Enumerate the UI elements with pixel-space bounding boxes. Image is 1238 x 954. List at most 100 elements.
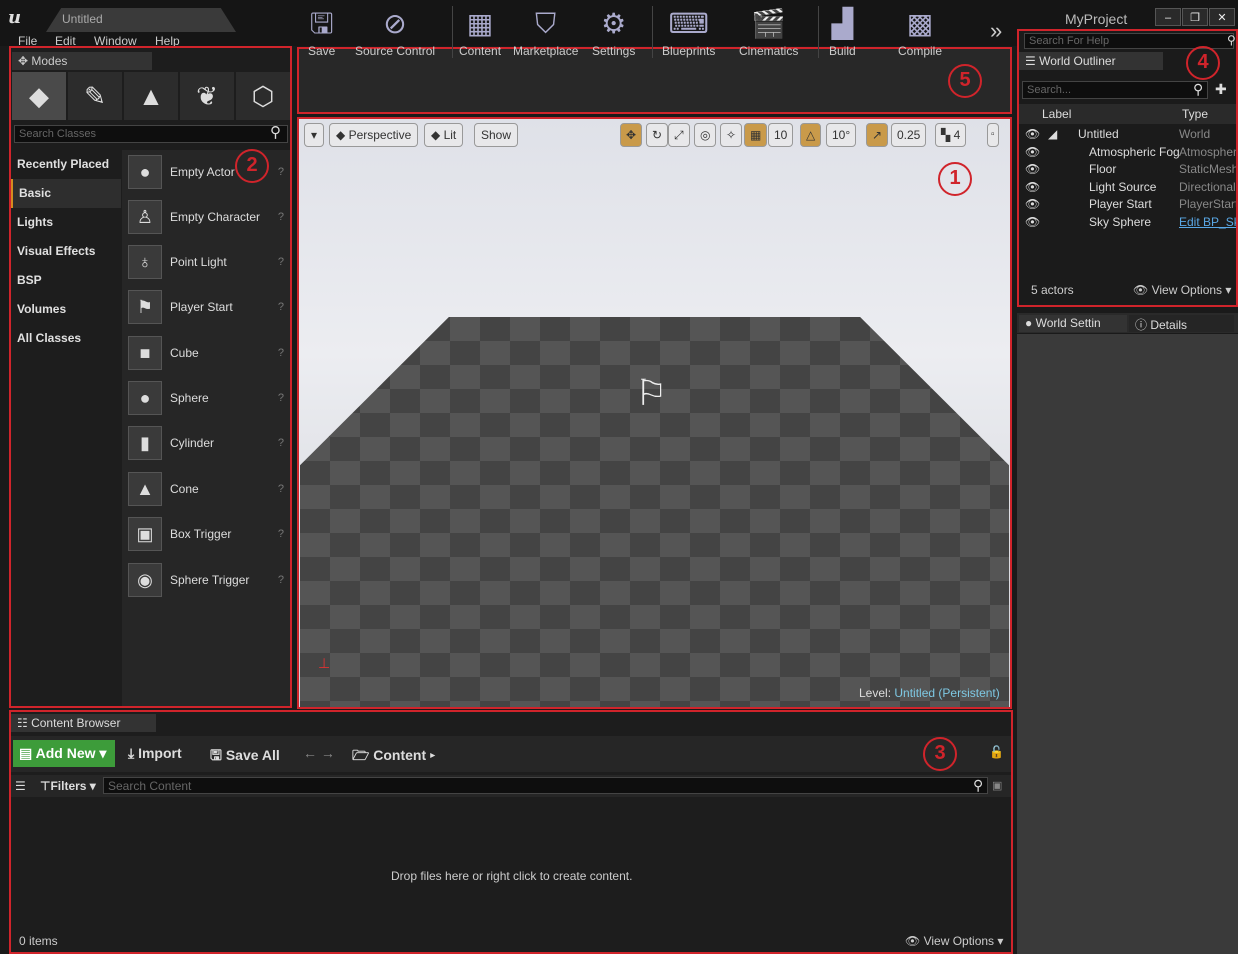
marketplace-button[interactable]: ⛉ Marketplace bbox=[513, 4, 578, 58]
help-icon[interactable]: ? bbox=[278, 301, 284, 313]
edit-blueprint-link[interactable]: Edit BP_Sk bbox=[1179, 215, 1236, 229]
tab-details[interactable]: ⓘ Details bbox=[1129, 315, 1234, 332]
table-row[interactable]: 👁 Floor StaticMesh bbox=[1019, 162, 1236, 179]
document-tab[interactable]: Untitled bbox=[46, 8, 236, 32]
table-row[interactable]: 👁 Sky Sphere Edit BP_Sk bbox=[1019, 215, 1236, 232]
list-item[interactable]: ♙ Empty Character? bbox=[128, 197, 288, 237]
build-button[interactable]: ▟ Build bbox=[829, 4, 856, 58]
search-classes-input[interactable]: Search Classes bbox=[14, 125, 288, 143]
landscape-mode-icon[interactable]: ▲ bbox=[124, 72, 178, 120]
world-outliner-tab[interactable]: ☰ World Outliner bbox=[1019, 52, 1163, 70]
save-button[interactable]: 🖫 Save bbox=[308, 4, 335, 58]
minimize-button[interactable]: ‒ bbox=[1155, 8, 1181, 26]
toolbar-overflow-button[interactable]: » bbox=[990, 18, 1002, 44]
eye-icon[interactable]: 👁 bbox=[1025, 127, 1040, 141]
list-item[interactable]: ♁ Point Light? bbox=[128, 242, 288, 282]
list-item[interactable]: ◉ Sphere Trigger? bbox=[128, 560, 288, 600]
help-icon[interactable]: ? bbox=[278, 256, 284, 268]
label-column-header[interactable]: Label bbox=[1042, 107, 1071, 121]
save-all-button[interactable]: 🖫 Save All bbox=[210, 745, 280, 769]
content-browser-tab[interactable]: ☷ Content Browser bbox=[11, 714, 156, 732]
paint-mode-icon[interactable]: ✎ bbox=[68, 72, 122, 120]
help-icon[interactable]: ? bbox=[278, 347, 284, 359]
type-column-header[interactable]: Type bbox=[1182, 107, 1208, 121]
search-content-input[interactable]: Search Content bbox=[103, 777, 988, 794]
translate-tool-icon[interactable]: ✥ bbox=[620, 123, 643, 147]
table-row[interactable]: 👁 Light Source Directional bbox=[1019, 180, 1236, 197]
help-icon[interactable]: ? bbox=[278, 574, 284, 586]
maximize-button[interactable]: ❐ bbox=[1182, 8, 1208, 26]
player-start-actor-icon[interactable]: ⚐ bbox=[635, 372, 667, 414]
help-icon[interactable]: ? bbox=[278, 211, 284, 223]
place-mode-icon[interactable]: ◆ bbox=[12, 72, 66, 120]
modes-tab[interactable]: ✥ Modes bbox=[12, 52, 152, 70]
category-bsp[interactable]: BSP bbox=[11, 266, 121, 295]
lit-button[interactable]: ◆ Lit bbox=[424, 123, 464, 147]
unreal-logo-icon[interactable]: u bbox=[8, 7, 21, 28]
category-recently-placed[interactable]: Recently Placed bbox=[11, 150, 121, 179]
help-icon[interactable]: ? bbox=[278, 437, 284, 449]
outliner-view-options[interactable]: 👁 View Options ▾ bbox=[1133, 283, 1231, 297]
perspective-button[interactable]: ◆ Perspective bbox=[329, 123, 419, 147]
history-nav[interactable]: ← → bbox=[303, 745, 335, 761]
level-name[interactable]: Untitled (Persistent) bbox=[894, 686, 999, 700]
source-control-button[interactable]: ⊘ Source Control bbox=[355, 4, 435, 58]
import-button[interactable]: ⤓ Import bbox=[128, 745, 182, 762]
show-button[interactable]: Show bbox=[474, 123, 519, 147]
grid-snap-icon[interactable]: ▦ bbox=[744, 123, 768, 147]
table-row[interactable]: 👁 ◢ Untitled World bbox=[1019, 127, 1236, 144]
close-button[interactable]: ✕ bbox=[1209, 8, 1235, 26]
list-item[interactable]: ▲ Cone? bbox=[128, 469, 288, 509]
eye-icon[interactable]: 👁 bbox=[1025, 197, 1040, 211]
save-search-icon[interactable]: ▣ bbox=[992, 779, 1002, 792]
list-item[interactable]: ▮ Cylinder? bbox=[128, 423, 288, 463]
table-row[interactable]: 👁 Player Start PlayerStart bbox=[1019, 197, 1236, 214]
world-space-icon[interactable]: ◎ bbox=[694, 123, 717, 147]
table-row[interactable]: 👁 Atmospheric Fog Atmospher bbox=[1019, 145, 1236, 162]
list-item[interactable]: ⚑ Player Start? bbox=[128, 287, 288, 327]
category-basic[interactable]: Basic bbox=[11, 179, 121, 208]
content-view-options[interactable]: 👁 View Options ▾ bbox=[905, 934, 1003, 948]
forward-arrow-icon[interactable]: → bbox=[321, 745, 335, 761]
blueprints-button[interactable]: ⌨ Blueprints bbox=[662, 4, 715, 58]
eye-icon[interactable]: 👁 bbox=[1025, 180, 1040, 194]
help-icon[interactable]: ? bbox=[278, 392, 284, 404]
content-button[interactable]: ▦ Content bbox=[459, 4, 501, 58]
cinematics-button[interactable]: 🎬 Cinematics bbox=[739, 4, 798, 58]
filters-button[interactable]: ⊤Filters ▾ bbox=[40, 779, 96, 793]
compile-button[interactable]: ▩ Compile bbox=[898, 4, 942, 58]
foliage-mode-icon[interactable]: ❦ bbox=[180, 72, 234, 120]
tab-world-settings[interactable]: ● World Settin bbox=[1019, 315, 1127, 332]
lock-icon[interactable]: 🔓 bbox=[989, 745, 1004, 759]
surface-snap-icon[interactable]: ✧ bbox=[720, 123, 743, 147]
camera-speed-button[interactable]: ▚ 4 bbox=[935, 123, 967, 147]
eye-icon[interactable]: 👁 bbox=[1025, 145, 1040, 159]
add-new-button[interactable]: ▤ Add New ▾ bbox=[13, 740, 115, 767]
help-icon[interactable]: ? bbox=[278, 528, 284, 540]
category-volumes[interactable]: Volumes bbox=[11, 295, 121, 324]
rotate-tool-icon[interactable]: ↻ bbox=[646, 123, 669, 147]
category-visual-effects[interactable]: Visual Effects bbox=[11, 237, 121, 266]
help-icon[interactable]: ? bbox=[278, 166, 284, 178]
add-actor-icon[interactable]: ✚ bbox=[1215, 81, 1227, 98]
back-arrow-icon[interactable]: ← bbox=[303, 745, 317, 761]
category-lights[interactable]: Lights bbox=[11, 208, 121, 237]
scale-snap-icon[interactable]: ↗ bbox=[866, 123, 889, 147]
geometry-mode-icon[interactable]: ⬡ bbox=[236, 72, 290, 120]
rotation-snap-value[interactable]: 10° bbox=[826, 123, 857, 147]
list-item[interactable]: ■ Cube? bbox=[128, 333, 288, 373]
help-icon[interactable]: ? bbox=[278, 483, 284, 495]
maximize-viewport-icon[interactable]: ▫ bbox=[987, 123, 999, 147]
viewport-options-button[interactable]: ▾ bbox=[304, 123, 324, 147]
list-item[interactable]: ● Sphere? bbox=[128, 378, 288, 418]
path-breadcrumb[interactable]: 🗁 Content ▸ bbox=[352, 745, 435, 769]
outliner-search-input[interactable]: Search... bbox=[1022, 81, 1208, 99]
settings-button[interactable]: ⚙ Settings bbox=[592, 4, 635, 58]
eye-icon[interactable]: 👁 bbox=[1025, 215, 1040, 229]
rotation-snap-icon[interactable]: △ bbox=[800, 123, 822, 147]
scale-snap-value[interactable]: 0.25 bbox=[891, 123, 927, 147]
sources-toggle-icon[interactable]: ☰ bbox=[15, 779, 26, 793]
list-item[interactable]: ▣ Box Trigger? bbox=[128, 514, 288, 554]
eye-icon[interactable]: 👁 bbox=[1025, 162, 1040, 176]
category-all-classes[interactable]: All Classes bbox=[11, 324, 121, 353]
